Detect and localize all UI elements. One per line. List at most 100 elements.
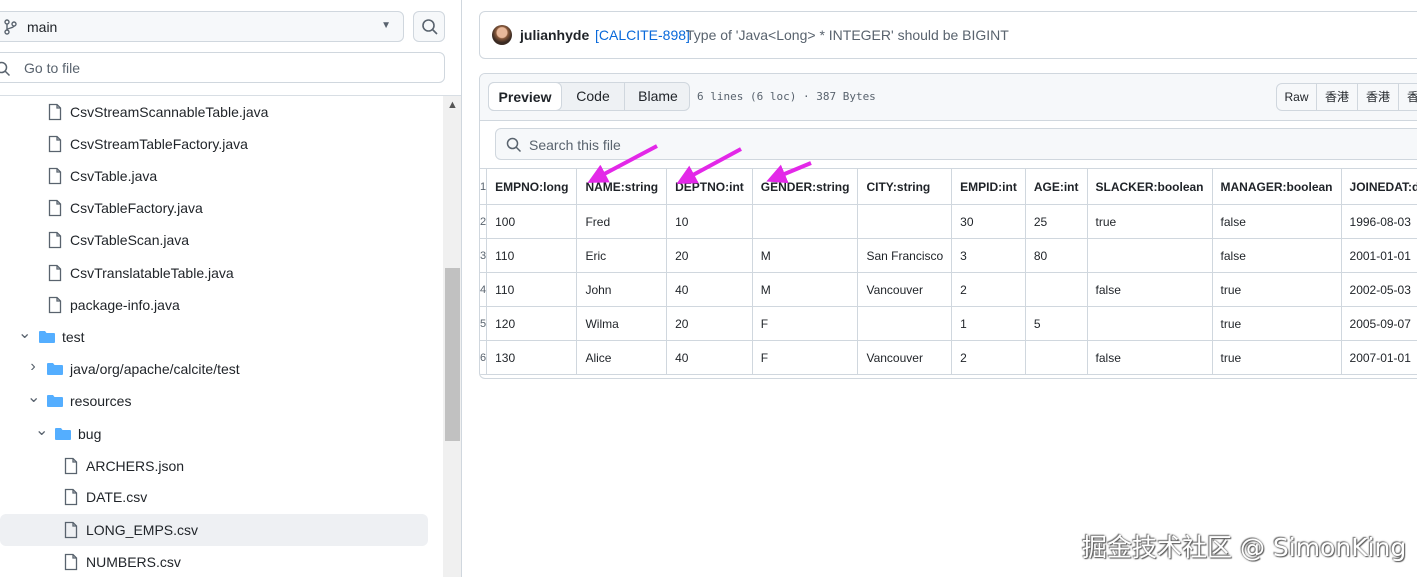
table-header-row: 1 EMPNO:long NAME:string DEPTNO:int GENDER:s… — [480, 168, 1417, 205]
panel-divider[interactable] — [461, 0, 462, 577]
tab-code[interactable]: Code — [562, 83, 624, 110]
file-icon — [48, 296, 62, 319]
table-cell: 10 — [666, 204, 753, 239]
table-cell — [1086, 306, 1213, 341]
tree-folder[interactable]: ⌄ test — [0, 321, 443, 353]
tree-folder[interactable]: ⌄ bug — [0, 418, 443, 450]
table-row: 3 110 Eric 20 M San Francisco 3 80 false 2001-01-… — [480, 238, 1417, 273]
table-cell: Vancouver — [857, 272, 953, 307]
table-cell: 2002-05-03 — [1340, 272, 1417, 307]
chevron-right-icon[interactable]: › — [27, 358, 39, 376]
table-cell: 25 — [1024, 204, 1088, 239]
search-icon — [0, 61, 11, 77]
branch-selector-button[interactable]: main ▼ — [0, 11, 404, 42]
table-cell — [751, 204, 859, 239]
file-icon — [64, 488, 78, 511]
search-icon — [422, 19, 438, 35]
file-icon — [48, 264, 62, 287]
latest-commit-box: julianhyde [CALCITE-898] Type of 'Java<L… — [479, 11, 1417, 59]
tree-file[interactable]: package-info.java — [0, 289, 443, 321]
table-cell: F — [751, 306, 859, 341]
column-header: DEPTNO:int — [666, 168, 753, 205]
tree-file[interactable]: DATE.csv — [0, 481, 443, 513]
tree-file[interactable]: ARCHERS.json — [0, 450, 443, 482]
tree-item-label: CsvTranslatableTable.java — [70, 265, 234, 281]
tab-blame[interactable]: Blame — [624, 83, 691, 110]
line-number[interactable]: 5 — [480, 306, 488, 341]
line-number[interactable]: 3 — [480, 238, 488, 273]
tree-item-label: CsvStreamScannableTable.java — [70, 104, 269, 120]
column-header: GENDER:string — [751, 168, 859, 205]
raw-button[interactable]: Raw — [1277, 84, 1317, 110]
tree-file[interactable]: CsvTable.java — [0, 160, 443, 192]
tree-item-label: ARCHERS.json — [86, 458, 185, 474]
table-cell: 2007-01-01 — [1340, 340, 1417, 375]
action-button-4[interactable]: 香 — [1399, 84, 1417, 110]
table-cell: 20 — [666, 306, 753, 341]
chevron-down-icon[interactable]: ⌄ — [35, 420, 48, 440]
tree-file[interactable]: CsvStreamScannableTable.java — [0, 96, 443, 128]
tree-folder[interactable]: › java/org/apache/calcite/test — [0, 353, 443, 385]
table-cell: true — [1211, 306, 1342, 341]
tree-search-button[interactable] — [413, 11, 445, 42]
file-icon — [48, 135, 62, 158]
table-cell: 40 — [666, 272, 753, 307]
tree-file[interactable]: CsvTableScan.java — [0, 224, 443, 256]
table-cell: 110 — [486, 238, 578, 273]
file-size-info: 6 lines (6 loc) · 387 Bytes — [697, 90, 876, 103]
line-number[interactable]: 4 — [480, 272, 488, 307]
file-icon — [48, 199, 62, 222]
table-cell: false — [1211, 204, 1342, 239]
table-cell: 130 — [486, 340, 578, 375]
table-cell: Fred — [576, 204, 668, 239]
go-to-file-placeholder: Go to file — [24, 60, 81, 76]
git-branch-icon — [4, 19, 17, 35]
table-cell: 100 — [486, 204, 578, 239]
table-cell: 2001-01-01 — [1340, 238, 1417, 273]
tree-file[interactable]: CsvTranslatableTable.java — [0, 257, 443, 289]
commit-message[interactable]: Type of 'Java<Long> * INTEGER' should be… — [686, 27, 1009, 43]
table-cell: false — [1211, 238, 1342, 273]
tree-item-label: NUMBERS.csv — [86, 554, 181, 570]
tree-file[interactable]: CsvTableFactory.java — [0, 192, 443, 224]
file-tree-panel: main ▼ Go to file CsvStreamScannableTabl… — [0, 0, 461, 577]
column-header: EMPID:int — [951, 168, 1026, 205]
folder-icon — [46, 393, 64, 414]
tree-file[interactable]: CsvStreamTableFactory.java — [0, 128, 443, 160]
table-cell: 2005-09-07 — [1340, 306, 1417, 341]
action-button-3[interactable]: 香港 — [1358, 84, 1399, 110]
commit-issue-link[interactable]: [CALCITE-898] — [595, 27, 690, 43]
line-number[interactable]: 2 — [480, 204, 488, 239]
chevron-down-icon[interactable]: ⌄ — [18, 323, 31, 343]
chevron-down-icon[interactable]: ⌄ — [27, 387, 40, 407]
tree-file[interactable]: LONG_EMPS.csv — [0, 514, 428, 546]
line-number[interactable]: 1 — [480, 168, 488, 205]
table-cell: John — [576, 272, 668, 307]
table-cell: 1996-08-03 — [1340, 204, 1417, 239]
go-to-file-input[interactable]: Go to file — [0, 52, 445, 83]
table-cell — [857, 204, 953, 239]
search-icon — [506, 137, 522, 153]
table-cell: M — [751, 238, 859, 273]
tree-file[interactable]: NUMBERS.csv — [0, 546, 443, 577]
tree-scrollbar-thumb[interactable] — [445, 268, 460, 441]
table-cell: M — [751, 272, 859, 307]
action-button-2[interactable]: 香港 — [1317, 84, 1358, 110]
tree-folder[interactable]: ⌄ resources — [0, 385, 443, 417]
table-cell: 120 — [486, 306, 578, 341]
file-header: Preview Code Blame 6 lines (6 loc) · 387… — [480, 74, 1417, 121]
tree-item-label: DATE.csv — [86, 489, 148, 505]
file-tree: CsvStreamScannableTable.java CsvStreamTab… — [0, 96, 443, 577]
tab-preview[interactable]: Preview — [488, 82, 562, 111]
commit-author[interactable]: julianhyde — [520, 27, 589, 43]
table-cell: true — [1086, 204, 1213, 239]
line-number[interactable]: 6 — [480, 340, 488, 375]
file-actions: Raw 香港 香港 香 — [1276, 83, 1417, 111]
tree-item-label: CsvStreamTableFactory.java — [70, 136, 248, 152]
table-cell: 110 — [486, 272, 578, 307]
column-header: MANAGER:boolean — [1211, 168, 1342, 205]
author-avatar[interactable] — [492, 25, 512, 45]
scroll-up-arrow-icon[interactable]: ▲ — [447, 99, 458, 111]
search-this-file-input[interactable]: Search this file — [495, 128, 1417, 160]
file-icon — [48, 167, 62, 190]
